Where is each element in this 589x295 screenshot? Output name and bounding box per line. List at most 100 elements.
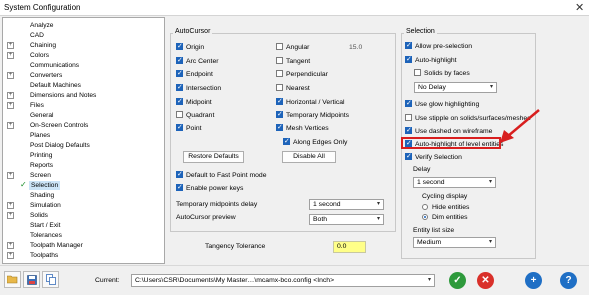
horizontal-vertical-check-box[interactable] (276, 97, 283, 106)
expand-icon[interactable]: + (7, 242, 14, 249)
use-glow-check-box[interactable] (405, 99, 412, 108)
allow-preselection-label: Allow pre-selection (415, 43, 473, 50)
temporary-midpoints-label: Temporary Midpoints (286, 112, 350, 119)
auto-highlight-check-box[interactable] (405, 55, 412, 64)
dim-entities-radio-dot[interactable] (422, 214, 428, 220)
tree-item[interactable]: + Chaining (3, 41, 163, 50)
tree-item[interactable]: Tolerances (3, 231, 163, 240)
expand-icon[interactable]: + (7, 72, 14, 79)
autocursor-preview-select[interactable]: Both ▾ (309, 214, 384, 225)
enable-power-keys-check-box[interactable] (176, 183, 183, 192)
autocursor-preview-label: AutoCursor preview (176, 214, 236, 221)
annotation-highlight-box (401, 137, 501, 149)
tree-item-label: Screen (30, 172, 51, 179)
nearest-check-box[interactable] (276, 84, 283, 91)
tree-item[interactable]: + Colors (3, 51, 163, 60)
use-stipple-check-box[interactable] (405, 114, 412, 121)
midpoint-check-box[interactable] (176, 97, 183, 106)
auto-highlight-label: Auto-highlight (415, 57, 457, 64)
tree-item[interactable]: + Toolpath Manager (3, 241, 163, 250)
tree-item[interactable]: + Files (3, 101, 163, 110)
expand-icon[interactable]: + (7, 122, 14, 129)
disable-all-button[interactable]: Disable All (282, 151, 336, 163)
window-title: System Configuration (4, 3, 81, 12)
annotation-arrow-icon (500, 109, 540, 143)
temp-midpoints-delay-value: 1 second (313, 201, 341, 208)
allow-preselection-check-box[interactable] (405, 41, 412, 50)
tree-item-label: Files (30, 102, 44, 109)
entity-list-size-select[interactable]: Medium ▾ (413, 237, 496, 248)
mesh-vertices-check-box[interactable] (276, 123, 283, 132)
perpendicular-check-box[interactable] (276, 70, 283, 77)
expand-icon[interactable]: + (7, 172, 14, 179)
midpoint-label: Midpoint (186, 99, 212, 106)
origin-check-box[interactable] (176, 42, 183, 51)
tangency-tolerance-input[interactable]: 0.0 (333, 241, 366, 253)
quadrant-check-box[interactable] (176, 111, 183, 118)
ok-button[interactable]: ✓ (449, 272, 466, 289)
tangent-check-box[interactable] (276, 57, 283, 64)
highlight-delay-select[interactable]: No Delay ▾ (414, 82, 497, 93)
save-icon[interactable] (23, 271, 40, 288)
tree-item[interactable]: Default Machines (3, 81, 163, 90)
delay-select[interactable]: 1 second ▾ (413, 177, 496, 188)
current-config-select[interactable]: C:\Users\CSR\Documents\My Master…\mcamx-… (131, 274, 435, 287)
default-fast-point-check-box[interactable] (176, 170, 183, 179)
tree-item[interactable]: General (3, 111, 163, 120)
tree-item[interactable]: + Dimensions and Notes (3, 91, 163, 100)
help-button[interactable]: ? (560, 272, 577, 289)
copy-icon[interactable] (42, 271, 59, 288)
chevron-down-icon: ▾ (489, 84, 493, 90)
intersection-label: Intersection (186, 85, 222, 92)
category-tree[interactable]: Analyze CAD + Chaining + Colors Communications… (2, 17, 165, 264)
expand-icon[interactable]: + (7, 42, 14, 49)
tree-item[interactable]: Post Dialog Defaults (3, 141, 163, 150)
use-dashed-check-box[interactable] (405, 126, 412, 135)
angular-label: Angular (286, 44, 310, 51)
intersection-check-box[interactable] (176, 83, 183, 92)
tree-item[interactable]: Reports (3, 161, 163, 170)
restore-defaults-button[interactable]: Restore Defaults (183, 151, 244, 163)
entity-list-size-label: Entity list size (413, 227, 455, 234)
close-icon[interactable]: ✕ (575, 1, 584, 14)
open-folder-icon[interactable] (4, 271, 21, 288)
tree-item[interactable]: Planes (3, 131, 163, 140)
tree-item[interactable]: + Screen (3, 171, 163, 180)
expand-icon[interactable]: + (7, 92, 14, 99)
expand-icon[interactable]: + (7, 212, 14, 219)
verify-selection-check-box[interactable] (405, 152, 412, 161)
along-edges-only-label: Along Edges Only (293, 139, 348, 146)
current-config-value: C:\Users\CSR\Documents\My Master…\mcamx-… (135, 277, 335, 284)
enable-power-keys-label: Enable power keys (186, 185, 244, 192)
use-glow-label: Use glow highlighting (415, 101, 480, 108)
tree-item[interactable]: Analyze (3, 21, 163, 30)
hide-entities-radio-dot[interactable] (422, 204, 428, 210)
tree-item[interactable]: + Simulation (3, 201, 163, 210)
tree-item[interactable]: Printing (3, 151, 163, 160)
cancel-button[interactable]: ✕ (477, 272, 494, 289)
point-check-box[interactable] (176, 123, 183, 132)
temporary-midpoints-check-box[interactable] (276, 110, 283, 119)
tree-item[interactable]: CAD (3, 31, 163, 40)
tree-item[interactable]: + Converters (3, 71, 163, 80)
expand-icon[interactable]: + (7, 52, 14, 59)
arc-center-check-box[interactable] (176, 56, 183, 65)
tree-item[interactable]: + Solids (3, 211, 163, 220)
temp-midpoints-delay-select[interactable]: 1 second ▾ (309, 199, 384, 210)
tree-item[interactable]: Communications (3, 61, 163, 70)
delay-value: 1 second (417, 179, 445, 186)
expand-icon[interactable]: + (7, 252, 14, 259)
endpoint-check-box[interactable] (176, 69, 183, 78)
add-button[interactable]: + (525, 272, 542, 289)
angular-check-box[interactable] (276, 43, 283, 50)
tree-item[interactable]: Start / Exit (3, 221, 163, 230)
tree-item[interactable]: + On-Screen Controls (3, 121, 163, 130)
expand-icon[interactable]: + (7, 102, 14, 109)
expand-icon[interactable]: + (7, 202, 14, 209)
along-edges-only-check-box[interactable] (283, 137, 290, 146)
tree-item[interactable]: + Toolpaths (3, 251, 163, 260)
tree-item[interactable]: Shading (3, 191, 163, 200)
tree-item-label: Planes (30, 132, 51, 139)
solids-by-faces-check-box[interactable] (414, 69, 421, 76)
tree-item[interactable]: ✓ Selection (3, 180, 163, 190)
